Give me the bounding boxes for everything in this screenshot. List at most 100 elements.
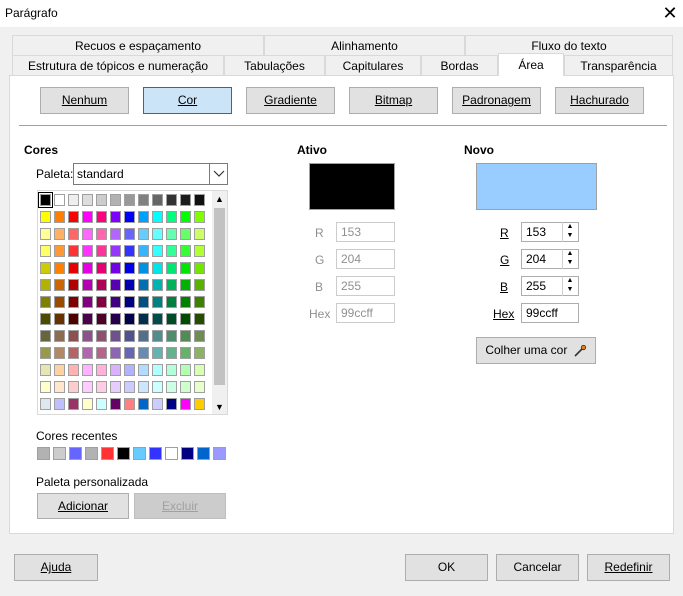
color-swatch[interactable]	[68, 262, 79, 274]
color-swatch[interactable]	[124, 364, 135, 376]
color-swatch[interactable]	[180, 228, 191, 240]
color-swatch[interactable]	[82, 194, 93, 206]
color-swatch[interactable]	[40, 279, 51, 291]
color-swatch[interactable]	[82, 279, 93, 291]
color-swatch[interactable]	[166, 228, 177, 240]
scroll-down-icon[interactable]: ▼	[214, 401, 225, 413]
g-spinner[interactable]: ▲ ▼	[562, 249, 577, 269]
color-swatch[interactable]	[40, 313, 51, 325]
color-swatch[interactable]	[40, 228, 51, 240]
color-swatch[interactable]	[110, 347, 121, 359]
color-swatch[interactable]	[68, 228, 79, 240]
color-swatch[interactable]	[110, 364, 121, 376]
color-swatch[interactable]	[180, 313, 191, 325]
color-swatch[interactable]	[138, 194, 149, 206]
scroll-up-icon[interactable]: ▲	[214, 193, 225, 205]
tab-transparencia[interactable]: Transparência	[564, 55, 673, 75]
color-swatch[interactable]	[180, 347, 191, 359]
recent-color-swatch[interactable]	[149, 447, 162, 460]
tab-estrutura[interactable]: Estrutura de tópicos e numeração	[12, 55, 224, 75]
color-swatch[interactable]	[166, 330, 177, 342]
color-swatch[interactable]	[68, 245, 79, 257]
tab-bordas[interactable]: Bordas	[421, 55, 498, 75]
color-swatch[interactable]	[194, 381, 205, 393]
color-swatch[interactable]	[194, 228, 205, 240]
color-swatch[interactable]	[138, 330, 149, 342]
recent-color-swatch[interactable]	[165, 447, 178, 460]
color-swatch[interactable]	[40, 330, 51, 342]
color-swatch[interactable]	[54, 364, 65, 376]
ok-button[interactable]: OK	[405, 554, 488, 581]
color-swatch[interactable]	[124, 194, 135, 206]
color-swatch[interactable]	[82, 313, 93, 325]
color-swatch[interactable]	[82, 364, 93, 376]
color-swatch[interactable]	[166, 279, 177, 291]
fill-hatch-button[interactable]: Hachurado	[555, 87, 644, 114]
color-swatch[interactable]	[110, 398, 121, 410]
color-swatch[interactable]	[40, 296, 51, 308]
color-swatch[interactable]	[54, 211, 65, 223]
color-swatch[interactable]	[110, 296, 121, 308]
color-swatch[interactable]	[124, 279, 135, 291]
add-button[interactable]: Adicionar	[37, 493, 129, 519]
color-swatch[interactable]	[194, 262, 205, 274]
color-swatch[interactable]	[110, 313, 121, 325]
color-swatch[interactable]	[124, 347, 135, 359]
color-swatch[interactable]	[124, 330, 135, 342]
color-swatch[interactable]	[68, 211, 79, 223]
color-swatch[interactable]	[40, 262, 51, 274]
recent-color-swatch[interactable]	[53, 447, 66, 460]
recent-color-swatch[interactable]	[37, 447, 50, 460]
color-swatch[interactable]	[166, 313, 177, 325]
color-swatch[interactable]	[138, 245, 149, 257]
color-swatch[interactable]	[152, 194, 163, 206]
color-swatch[interactable]	[180, 381, 191, 393]
color-swatch[interactable]	[180, 364, 191, 376]
color-swatch[interactable]	[124, 398, 135, 410]
new-hex-field[interactable]: 99ccff	[521, 303, 579, 323]
color-swatch[interactable]	[68, 279, 79, 291]
color-swatch[interactable]	[68, 296, 79, 308]
color-swatch[interactable]	[194, 330, 205, 342]
color-swatch[interactable]	[54, 398, 65, 410]
color-swatch[interactable]	[194, 245, 205, 257]
color-swatch[interactable]	[166, 245, 177, 257]
color-swatch[interactable]	[96, 296, 107, 308]
color-swatch[interactable]	[96, 194, 107, 206]
color-swatch[interactable]	[82, 296, 93, 308]
color-swatch[interactable]	[54, 194, 65, 206]
color-swatch[interactable]	[54, 381, 65, 393]
color-swatch[interactable]	[40, 211, 51, 223]
color-swatch[interactable]	[96, 262, 107, 274]
color-swatch[interactable]	[194, 279, 205, 291]
color-swatch[interactable]	[38, 192, 53, 208]
color-swatch[interactable]	[82, 398, 93, 410]
close-icon[interactable]: ✕	[660, 3, 680, 23]
color-swatch[interactable]	[96, 364, 107, 376]
color-swatch[interactable]	[68, 313, 79, 325]
color-swatch[interactable]	[124, 313, 135, 325]
color-swatch[interactable]	[96, 381, 107, 393]
color-swatch[interactable]	[152, 313, 163, 325]
fill-none-button[interactable]: Nenhum	[40, 87, 129, 114]
fill-pattern-button[interactable]: Padronagem	[452, 87, 541, 114]
color-swatch[interactable]	[180, 262, 191, 274]
color-swatch[interactable]	[194, 313, 205, 325]
color-swatch[interactable]	[68, 398, 79, 410]
color-swatch[interactable]	[110, 330, 121, 342]
color-swatch[interactable]	[110, 381, 121, 393]
color-swatch[interactable]	[152, 347, 163, 359]
color-swatch[interactable]	[138, 211, 149, 223]
color-swatch[interactable]	[152, 330, 163, 342]
color-swatch[interactable]	[194, 347, 205, 359]
color-swatch[interactable]	[152, 211, 163, 223]
color-swatch[interactable]	[68, 347, 79, 359]
color-swatch[interactable]	[124, 262, 135, 274]
color-swatch[interactable]	[96, 330, 107, 342]
color-swatch[interactable]	[68, 381, 79, 393]
color-swatch[interactable]	[180, 194, 191, 206]
color-swatch[interactable]	[96, 279, 107, 291]
color-swatch[interactable]	[110, 279, 121, 291]
color-swatch[interactable]	[82, 262, 93, 274]
color-swatch[interactable]	[138, 364, 149, 376]
